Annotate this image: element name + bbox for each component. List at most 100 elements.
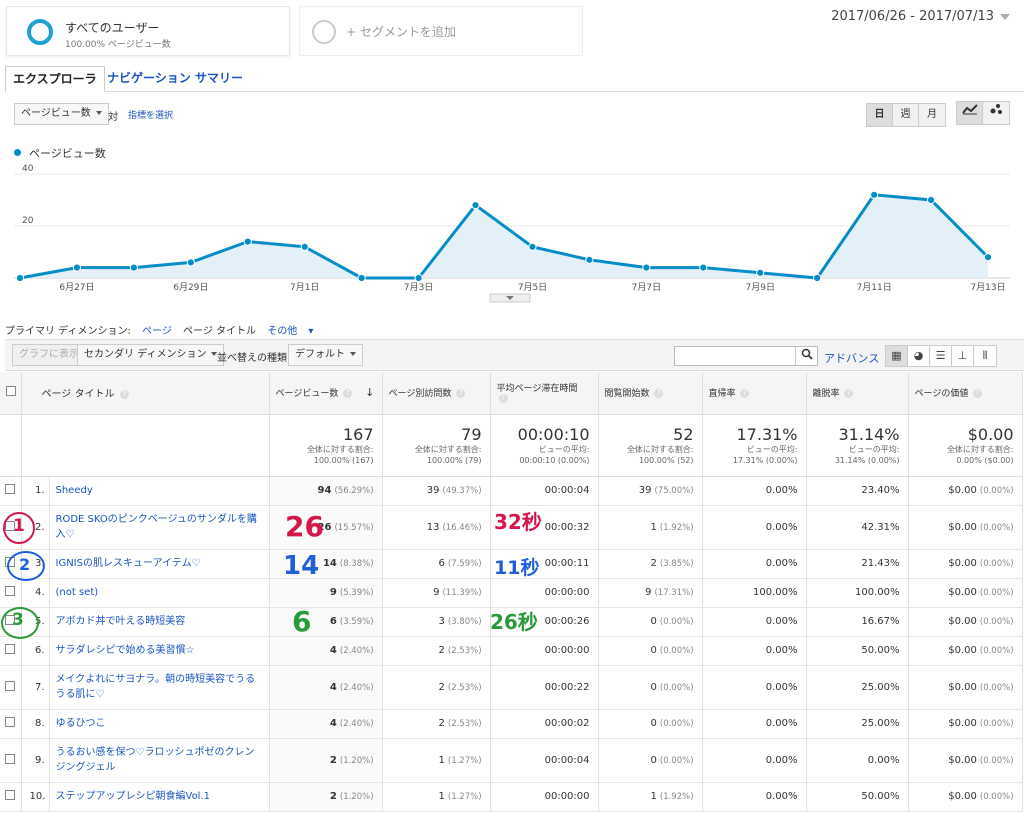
dimension-page-link[interactable]: ページ — [142, 326, 172, 337]
row-avg-time: 00:00:00 — [490, 578, 599, 608]
row-bounce-rate: 100.00% — [702, 578, 807, 608]
metric-dropdown[interactable]: ページビュー数 — [14, 103, 109, 125]
row-checkbox[interactable] — [5, 484, 15, 494]
row-checkbox[interactable] — [5, 753, 15, 764]
pageviews-value: 4 — [329, 645, 337, 656]
row-checkbox-cell[interactable] — [0, 578, 22, 608]
performance-view-icon[interactable]: ☰ — [930, 346, 952, 366]
row-page-title-link[interactable]: ゆるひつこ — [49, 709, 270, 739]
row-bounce-rate: 0.00% — [702, 549, 807, 579]
chevron-down-icon — [95, 111, 102, 115]
sort-type-dropdown[interactable]: デフォルト — [288, 344, 363, 366]
row-checkbox-cell[interactable] — [0, 476, 22, 506]
row-page-title-link[interactable]: メイクよれにサヨナラ。朝の時短美容でうるうる肌に♡ — [49, 665, 270, 710]
total-note: 00:00:10 (0.00%) — [519, 455, 590, 465]
segment-all-users[interactable]: すべてのユーザー 100.00% ページビュー数 — [6, 6, 290, 56]
plot-rows-button[interactable]: グラフに表示 — [12, 344, 86, 366]
col-header-avg-time[interactable]: 平均ページ滞在時間? — [490, 372, 599, 415]
help-icon[interactable]: ? — [654, 389, 664, 399]
row-avg-time: 00:00:00 — [490, 636, 599, 666]
total-note: 100.00% (79) — [426, 455, 482, 465]
chart-data-point — [926, 195, 936, 205]
help-icon[interactable]: ? — [343, 389, 353, 399]
row-page-value: $0.00 (0.00%) — [908, 709, 1023, 739]
row-checkbox[interactable] — [5, 790, 15, 800]
row-page-title-link[interactable]: IGNISの肌レスキューアイテム♡ — [49, 549, 270, 579]
pivot-view-icon[interactable]: ⦀ — [974, 346, 996, 366]
row-unique-pageviews: 13 (16.46%) — [382, 505, 491, 550]
row-checkbox-cell[interactable] — [0, 636, 22, 666]
help-icon[interactable]: ? — [498, 394, 508, 404]
annotation-circle-label-red: 1 — [13, 516, 25, 536]
entrances-pct: (0.00%) — [659, 755, 694, 766]
row-page-title-link[interactable]: ステップアップレシピ朝食編Vol.1 — [49, 782, 270, 812]
add-segment-button[interactable]: + セグメントを追加 — [299, 6, 583, 56]
dimension-other-link[interactable]: その他 ▾ — [267, 326, 313, 337]
secondary-dimension-dropdown[interactable]: セカンダリ ディメンション — [77, 344, 225, 366]
chart-data-point — [642, 263, 651, 272]
help-icon[interactable]: ? — [740, 389, 750, 399]
unique-pageviews-value: 6 — [438, 558, 445, 569]
week-button[interactable]: 週 — [893, 104, 919, 126]
select-all-cell[interactable] — [0, 372, 22, 415]
total-page-value: $0.00 全体に対する割合: 0.00% ($0.00) — [908, 414, 1023, 477]
row-page-title-link[interactable]: アボカド丼で叶える時短美容 — [49, 607, 270, 637]
pageviews-pct: (56.29%) — [334, 486, 374, 496]
col-header-page-title[interactable]: ページ タイトル ? — [21, 372, 270, 415]
row-checkbox[interactable] — [5, 680, 15, 691]
month-button[interactable]: 月 — [919, 104, 945, 126]
table-search-input[interactable] — [674, 346, 818, 366]
row-page-title-link[interactable]: RODE SKOのピンクベージュのサンダルを購入♡ — [49, 505, 270, 550]
row-checkbox-cell[interactable] — [0, 665, 22, 710]
help-icon[interactable]: ? — [844, 389, 854, 399]
add-segment-label: + セグメントを追加 — [346, 25, 456, 39]
totals-empty-cell — [21, 414, 270, 477]
row-avg-time: 00:00:02 — [490, 709, 599, 739]
search-icon[interactable] — [795, 347, 817, 365]
row-checkbox[interactable] — [5, 586, 15, 596]
col-header-page-title-label: ページ タイトル — [41, 389, 115, 401]
entrances-value: 9 — [645, 587, 652, 598]
segment-title: すべてのユーザー — [65, 21, 160, 35]
dimension-page-title[interactable]: ページ タイトル — [183, 326, 256, 337]
row-page-title-link[interactable]: うるおい感を保つ♡ラロッシュポゼのクレンジングジェル — [49, 738, 270, 783]
row-page-title-link[interactable]: (not set) — [49, 578, 270, 608]
col-header-exit-rate[interactable]: 離脱率 ? — [806, 372, 909, 415]
help-icon[interactable]: ? — [456, 389, 466, 399]
sort-desc-icon[interactable]: ↓ — [365, 386, 374, 399]
table-row: 8. ゆるひつこ 4 (2.40%) 2 (2.53%) 00:00:02 0 (0.00%) 0… — [0, 709, 1023, 739]
col-header-unique-pageviews[interactable]: ページ別訪問数 ? — [382, 372, 491, 415]
row-page-title-link[interactable]: Sheedy — [49, 476, 270, 506]
help-icon[interactable]: ? — [119, 389, 129, 399]
row-checkbox[interactable] — [5, 644, 15, 654]
col-header-entrances[interactable]: 閲覧開始数 ? — [598, 372, 703, 415]
row-page-title-link[interactable]: サラダレシピで始める美習慣☆ — [49, 636, 270, 666]
pageviews-pct: (8.38%) — [339, 559, 374, 569]
tab-explorer[interactable]: エクスプローラ — [5, 66, 105, 92]
choose-metric-link[interactable]: 指標を選択 — [128, 108, 173, 121]
total-exit-rate: 31.14% ビューの平均: 31.14% (0.00%) — [806, 414, 909, 477]
row-page-value: $0.00 (0.00%) — [908, 665, 1023, 710]
line-chart-icon[interactable] — [957, 102, 983, 124]
advanced-filter-link[interactable]: アドバンス — [824, 350, 879, 366]
annotation-circle-label-blue: 2 — [19, 555, 31, 574]
row-pageviews: 6 (3.59%) — [269, 607, 383, 637]
day-button[interactable]: 日 — [867, 104, 893, 126]
motion-chart-icon[interactable] — [983, 102, 1009, 124]
row-checkbox-cell[interactable] — [0, 738, 22, 783]
row-checkbox-cell[interactable] — [0, 782, 22, 812]
col-header-page-value[interactable]: ページの価値 ? — [908, 372, 1023, 415]
entrances-pct: (0.00%) — [659, 617, 694, 627]
row-checkbox[interactable] — [5, 717, 15, 727]
tab-navigation-summary[interactable]: ナビゲーション サマリー — [100, 66, 250, 92]
date-range-picker[interactable]: 2017/06/26 - 2017/07/13 — [831, 9, 1010, 24]
row-checkbox-cell[interactable] — [0, 709, 22, 739]
col-header-bounce-rate[interactable]: 直帰率 ? — [702, 372, 807, 415]
help-icon[interactable]: ? — [973, 389, 983, 399]
col-header-pageviews[interactable]: ページビュー数 ? ↓ — [269, 372, 383, 415]
select-all-checkbox[interactable] — [6, 386, 16, 397]
pie-view-icon[interactable]: ◕ — [908, 346, 930, 366]
comparison-view-icon[interactable]: ⊥ — [952, 346, 974, 366]
chart-data-point — [471, 201, 480, 210]
table-view-icon[interactable]: ▦ — [886, 346, 908, 366]
